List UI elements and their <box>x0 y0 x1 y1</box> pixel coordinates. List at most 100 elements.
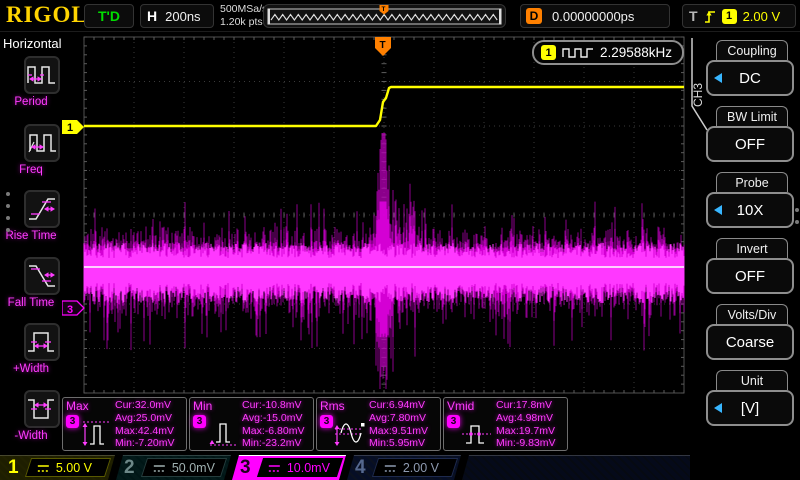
unit-setting: [V] <box>740 399 760 417</box>
measure-item-nwidth[interactable]: -Width <box>0 390 62 456</box>
period-button[interactable] <box>24 56 60 94</box>
measurement-name: Rms <box>320 399 345 413</box>
delay-box[interactable]: D 0.00000000ps <box>520 4 670 28</box>
frequency-counter: 1 2.29588kHz <box>532 40 684 65</box>
channel-3-scale: 10.0mV <box>287 460 331 475</box>
probe-value[interactable]: 10X <box>706 192 794 228</box>
channel-2-block[interactable]: 2 50.0mV <box>116 455 231 480</box>
coupling-value[interactable]: DC <box>706 60 794 96</box>
measure-item-fall-time[interactable]: Fall Time <box>0 257 62 323</box>
oscilloscope-screen: RIGOL T'D H 200ns 500MSa/s 1.20k pts T D… <box>0 0 800 480</box>
pwidth-button[interactable] <box>24 323 60 361</box>
channel-4-block[interactable]: 4 2.00 V <box>347 455 461 480</box>
volts-div-setting: Coarse <box>725 333 775 351</box>
probe-setting: 10X <box>736 201 764 219</box>
cur-row: Cur:-10.8mV <box>242 399 302 411</box>
trigger-box[interactable]: T 1 2.00 V <box>682 4 796 28</box>
acquisition-info: 500MSa/s 1.20k pts <box>220 3 267 29</box>
cur-row: Cur:32.0mV <box>115 399 172 411</box>
freq-icon <box>28 134 56 153</box>
menu-item-unit[interactable]: Unit [V] <box>706 370 796 426</box>
cyan-arrow-icon <box>714 403 722 413</box>
min-row: Min:-23.2mV <box>242 437 302 450</box>
max-row: Max:-6.80mV <box>242 424 305 437</box>
channel-1-scale: 5.00 V <box>56 460 93 475</box>
timebase-box[interactable]: H 200ns <box>140 4 214 28</box>
nwidth-button[interactable] <box>24 390 60 428</box>
unit-value[interactable]: [V] <box>706 390 794 426</box>
trigger-position-marker[interactable]: T <box>375 37 391 56</box>
avg-row: Avg:4.98mV <box>496 411 554 424</box>
preview-waveform: T <box>267 5 502 25</box>
nwidth-label: -Width <box>14 430 48 442</box>
cyan-arrow-icon <box>714 205 722 215</box>
vmax-icon <box>82 421 110 446</box>
measurement-name: Vmid <box>447 399 475 413</box>
measurement-box-rms[interactable]: Rms 3 Cur:6.94mV Avg:7.80mV Max:9.51mV M… <box>316 397 441 451</box>
probe-label: Probe <box>716 172 788 192</box>
rise-time-button[interactable] <box>24 190 60 228</box>
trigger-label: T <box>689 8 698 24</box>
menu-item-volts-div[interactable]: Volts/Div Coarse <box>706 304 796 360</box>
measurement-box-min[interactable]: Min 3 Cur:-10.8mV Avg:-15.0mV Max:-6.80m… <box>189 397 314 451</box>
pwidth-icon <box>28 332 54 352</box>
channel-1-block[interactable]: 1 5.00 V <box>0 455 115 480</box>
fall-time-label: Fall Time <box>7 297 55 309</box>
svg-text:T: T <box>382 6 386 13</box>
tab-ch3[interactable]: CH3 <box>690 58 706 132</box>
fall-time-button[interactable] <box>24 257 60 295</box>
measure-menu-title: Horizontal <box>3 36 62 51</box>
square-wave-icon <box>562 48 593 58</box>
sample-rate: 500MSa/s <box>220 3 268 15</box>
max-row: Max:19.7mV <box>496 424 555 437</box>
nwidth-icon <box>28 399 54 419</box>
status-bar: RIGOL T'D H 200ns 500MSa/s 1.20k pts T D… <box>0 0 800 32</box>
ch1-marker[interactable]: 1 <box>62 120 84 134</box>
measure-item-period[interactable]: Period <box>0 56 62 122</box>
min-row: Min:5.95mV <box>369 437 426 450</box>
freq-button[interactable] <box>24 124 60 162</box>
menu-item-bw-limit[interactable]: BW Limit OFF <box>706 106 796 162</box>
memory-depth: 1.20k pts <box>220 16 263 28</box>
svg-text:3: 3 <box>67 304 73 316</box>
menu-item-coupling[interactable]: Coupling DC <box>706 40 796 96</box>
scroll-dot <box>6 228 10 232</box>
menu-item-probe[interactable]: Probe 10X <box>706 172 796 228</box>
bw-limit-value[interactable]: OFF <box>706 126 794 162</box>
channel-4-number: 4 <box>355 457 366 478</box>
measurement-box-vmid[interactable]: Vmid 3 Cur:17.8mV Avg:4.98mV Max:19.7mV … <box>443 397 568 451</box>
cur-row: Cur:17.8mV <box>496 399 553 411</box>
invert-value[interactable]: OFF <box>706 258 794 294</box>
volts-div-value[interactable]: Coarse <box>706 324 794 360</box>
measurement-box-max[interactable]: Max 3 Cur:32.0mV Avg:25.0mV Max:42.4mV M… <box>62 397 187 451</box>
measurement-readouts: Max 3 Cur:32.0mV Avg:25.0mV Max:42.4mV M… <box>62 397 568 451</box>
counter-value: 2.29588kHz <box>600 45 673 60</box>
measurement-name: Min <box>193 399 213 413</box>
channel-3-number: 3 <box>240 457 251 478</box>
measure-item-pwidth[interactable]: +Width <box>0 323 62 389</box>
measure-sidebar: Horizontal Period Freq Rise Time Fall Ti… <box>0 32 62 455</box>
channel-4-scale: 2.00 V <box>403 460 440 475</box>
pwidth-label: +Width <box>12 363 50 375</box>
measurement-values: Cur:32.0mV Avg:25.0mV Max:42.4mV Min:-7.… <box>115 399 175 450</box>
invert-label: Invert <box>716 238 788 258</box>
channel-3-block[interactable]: 3 10.0mV <box>232 455 346 480</box>
avg-row: Avg:7.80mV <box>369 411 427 424</box>
measurement-name: Max <box>66 399 89 413</box>
freq-label: Freq <box>19 164 43 176</box>
scroll-dot <box>6 216 10 220</box>
cyan-arrow-icon <box>714 73 722 83</box>
channel-menu-sidebar: CH3 Coupling DC BW Limit OFF Probe 10X I… <box>690 32 800 480</box>
unit-label: Unit <box>716 370 788 390</box>
measurement-values: Cur:-10.8mV Avg:-15.0mV Max:-6.80mV Min:… <box>242 399 304 450</box>
bw-limit-label: BW Limit <box>716 106 788 126</box>
max-row: Max:9.51mV <box>369 424 428 437</box>
trigger-source-badge: 1 <box>721 8 737 24</box>
menu-item-invert[interactable]: Invert OFF <box>706 238 796 294</box>
measure-item-rise-time[interactable]: Rise Time <box>0 190 62 256</box>
ch3-marker[interactable]: 3 <box>62 300 85 316</box>
dc-coupling-icon <box>153 462 166 473</box>
measurement-values: Cur:6.94mV Avg:7.80mV Max:9.51mV Min:5.9… <box>369 399 428 450</box>
measure-item-freq[interactable]: Freq <box>0 124 62 190</box>
rise-time-icon <box>29 198 55 220</box>
